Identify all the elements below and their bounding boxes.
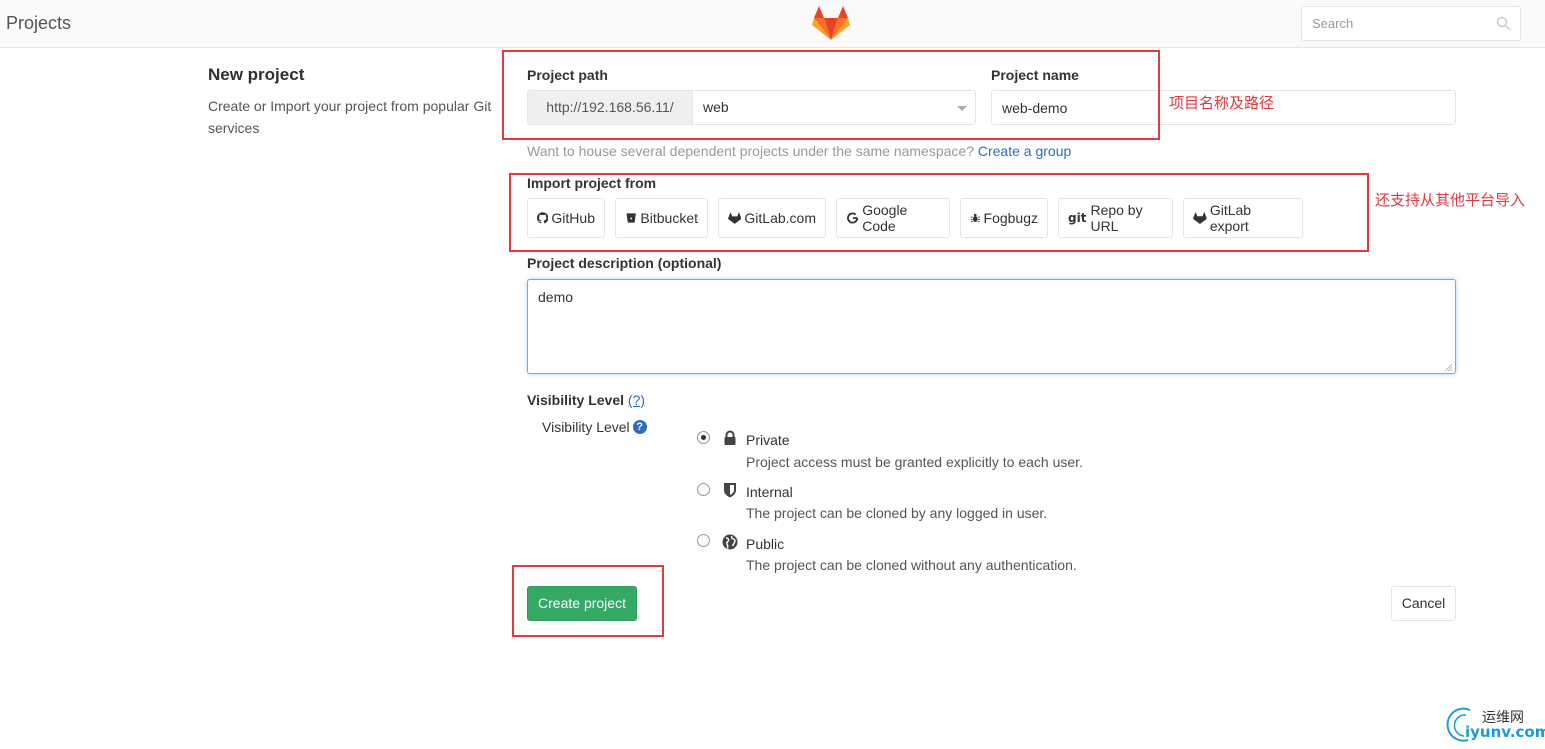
- description-label: Project description (optional): [527, 255, 722, 271]
- page-intro-text: Create or Import your project from popul…: [208, 98, 492, 136]
- search-icon[interactable]: [1496, 16, 1511, 31]
- page-title: New project: [208, 65, 305, 84]
- header-title[interactable]: Projects: [6, 13, 71, 34]
- annotation-box-import: [509, 173, 1369, 252]
- annotation-path-name-note: 项目名称及路径: [1169, 94, 1275, 112]
- cancel-button[interactable]: Cancel: [1391, 586, 1456, 621]
- visibility-public-desc: The project can be cloned without any au…: [746, 557, 1077, 573]
- project-description-textarea[interactable]: demo: [527, 279, 1456, 374]
- visibility-internal-desc: The project can be cloned by any logged …: [746, 505, 1048, 521]
- visibility-sub-label: Visibility Level ?: [542, 419, 647, 435]
- lock-icon: [724, 430, 736, 445]
- visibility-label: Visibility Level (?): [527, 392, 645, 408]
- annotation-box-path-name: [502, 50, 1160, 140]
- search-input[interactable]: [1302, 7, 1482, 40]
- visibility-public-title: Public: [746, 536, 785, 552]
- namespace-help-text: Want to house several dependent projects…: [527, 143, 1071, 159]
- visibility-label-text: Visibility Level: [527, 392, 625, 408]
- shield-icon: [724, 483, 736, 498]
- visibility-private-radio[interactable]: [697, 431, 710, 444]
- top-header: Projects: [0, 0, 1545, 48]
- visibility-sub-label-text: Visibility Level: [542, 419, 630, 435]
- visibility-help-link[interactable]: (?): [628, 392, 645, 408]
- visibility-internal-radio[interactable]: [697, 483, 710, 496]
- globe-icon: [722, 534, 738, 550]
- annotation-box-create: [512, 565, 664, 637]
- namespace-help-sentence: Want to house several dependent projects…: [527, 143, 974, 159]
- visibility-private-desc: Project access must be granted explicitl…: [746, 454, 1083, 470]
- watermark-en-text: iyunv.com: [1465, 723, 1545, 741]
- search-box[interactable]: [1301, 6, 1521, 41]
- visibility-internal-title: Internal: [746, 484, 793, 500]
- visibility-public-radio[interactable]: [697, 534, 710, 547]
- question-circle-icon[interactable]: ?: [632, 420, 647, 434]
- gitlab-logo-icon[interactable]: [812, 5, 850, 41]
- resize-grip-icon[interactable]: [1443, 362, 1453, 372]
- annotation-import-note: 还支持从其他平台导入: [1375, 191, 1526, 209]
- visibility-private-title: Private: [746, 432, 790, 448]
- create-group-link[interactable]: Create a group: [978, 143, 1071, 159]
